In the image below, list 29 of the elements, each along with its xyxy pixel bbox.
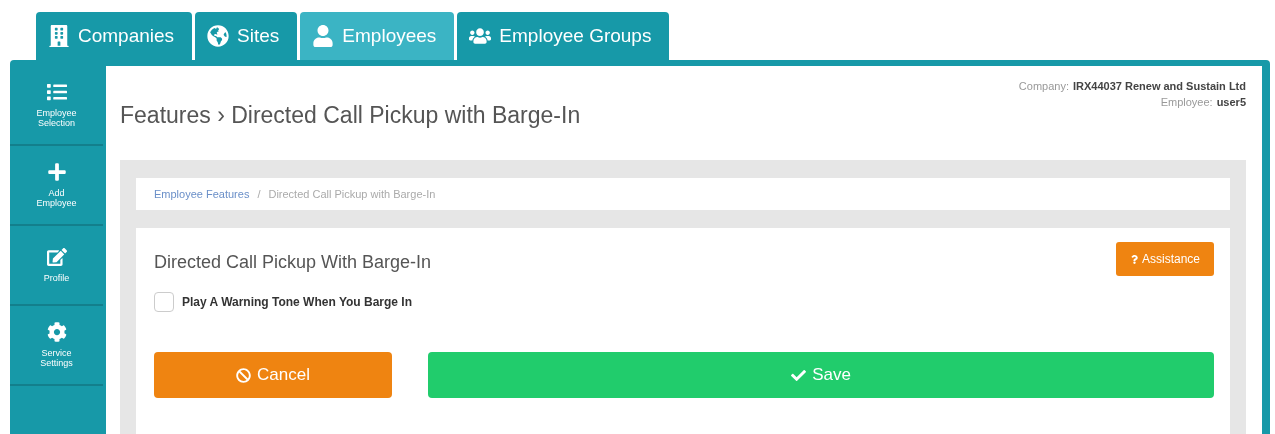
- page-title: Features › Directed Call Pickup with Barge-In: [120, 102, 582, 130]
- employee-label: Employee:: [1160, 96, 1213, 108]
- save-button[interactable]: Save: [428, 352, 1214, 398]
- edit-icon: [46, 247, 67, 267]
- ban-icon: [236, 367, 252, 383]
- settings-icon: [46, 322, 67, 342]
- building-icon: [48, 25, 70, 47]
- plus-icon: [46, 162, 67, 182]
- nav-tab[interactable]: Companies: [36, 12, 193, 60]
- breadcrumb-separator: /: [257, 188, 261, 200]
- assistance-button[interactable]: Assistance: [1115, 242, 1214, 276]
- breadcrumb-link[interactable]: Employee Features: [154, 188, 250, 200]
- question-icon: [1129, 254, 1139, 264]
- employee-name: user5: [1216, 96, 1246, 108]
- users-icon: [469, 25, 492, 47]
- check-icon: [791, 367, 807, 383]
- card-title: Directed Call Pickup With Barge-In: [154, 251, 432, 273]
- checkbox-label: Play A Warning Tone When You Barge In: [182, 295, 412, 309]
- nav-tab[interactable]: Employee Groups: [457, 12, 670, 60]
- globe-icon: [207, 25, 230, 47]
- user-icon: [312, 25, 335, 47]
- nav-tab[interactable]: Sites: [195, 12, 298, 60]
- company-name: IRX44037 Renew and Sustain Ltd: [1073, 80, 1246, 92]
- current-page-label: Directed Call Pickup with Barge-In: [268, 188, 436, 200]
- nav-tab[interactable]: Employees: [300, 12, 455, 60]
- company-label: Company:: [1018, 80, 1069, 92]
- cancel-button[interactable]: Cancel: [154, 352, 392, 398]
- list-icon: [46, 82, 67, 102]
- checkbox[interactable]: [154, 292, 174, 312]
